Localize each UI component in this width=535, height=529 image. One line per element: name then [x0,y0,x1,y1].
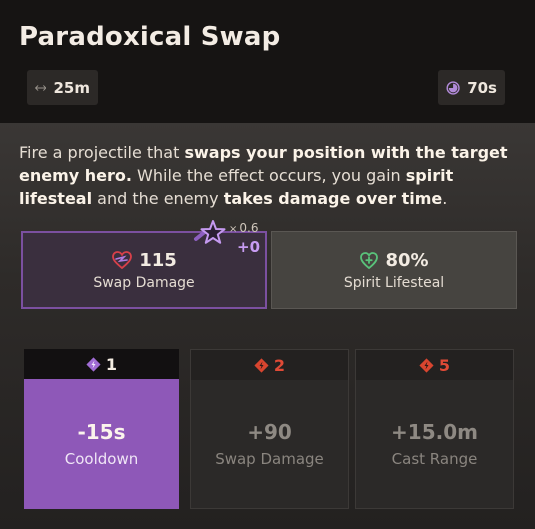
spirit-lifesteal-label: Spirit Lifesteal [343,274,445,291]
upgrade-value: -15s [77,420,126,444]
upgrade-label: Swap Damage [215,450,324,468]
scaling-multiplier-prefix: × [229,224,238,235]
upgrade-cost-value: 1 [105,354,118,374]
description-text: While the effect occurs, you gain [131,166,406,185]
ability-header: Paradoxical Swap 25m 70s [0,0,535,123]
spirit-lifesteal-stat[interactable]: 80% Spirit Lifesteal [271,231,517,309]
cooldown-stat: 70s [438,70,505,105]
upgrade-value: +90 [247,420,292,444]
upgrade-cost-value: 2 [273,355,286,375]
upgrade-tier-2[interactable]: 2 +90 Swap Damage [190,349,349,509]
upgrade-cost-header: 2 [191,350,348,380]
swap-damage-value: 115 [139,249,177,271]
spirit-lifesteal-value: 80% [385,249,429,271]
upgrade-cost-value: 5 [438,355,451,375]
description-text: and the enemy [92,189,224,208]
range-stat: 25m [27,70,98,105]
ability-point-locked-icon [254,357,269,373]
swap-damage-stat[interactable]: 115 Swap Damage [21,231,267,309]
range-value: 25m [53,78,90,97]
spirit-damage-icon [112,251,133,270]
spirit-scaling-star-icon [194,220,226,244]
scaling-multiplier: × 0.6 [229,221,258,235]
ability-card: Paradoxical Swap 25m 70s Fire a projecti… [0,0,535,529]
upgrade-label: Cooldown [64,450,139,468]
range-arrows-icon [35,84,47,91]
upgrade-label: Cast Range [391,450,478,468]
ability-point-icon [86,356,101,372]
swap-damage-label: Swap Damage [93,274,195,291]
description-highlight: takes damage over time [223,189,443,208]
upgrade-tier-3[interactable]: 5 +15.0m Cast Range [355,349,514,509]
upgrade-tier-1[interactable]: 1 -15s Cooldown [24,349,179,509]
ability-point-locked-icon [419,357,434,373]
cooldown-value: 70s [467,78,497,97]
description-text: Fire a projectile that [19,143,185,162]
ability-description: Fire a projectile that swaps your positi… [19,141,519,210]
scaling-bonus: +0 [237,238,261,256]
cooldown-clock-icon [446,80,460,95]
ability-title: Paradoxical Swap [19,22,281,52]
heart-plus-icon [360,251,379,269]
upgrade-cost-header: 1 [24,349,179,379]
description-text: . [442,189,448,208]
upgrade-cost-header: 5 [356,350,513,380]
upgrade-value: +15.0m [391,420,478,444]
scaling-multiplier-value: 0.6 [239,221,259,235]
